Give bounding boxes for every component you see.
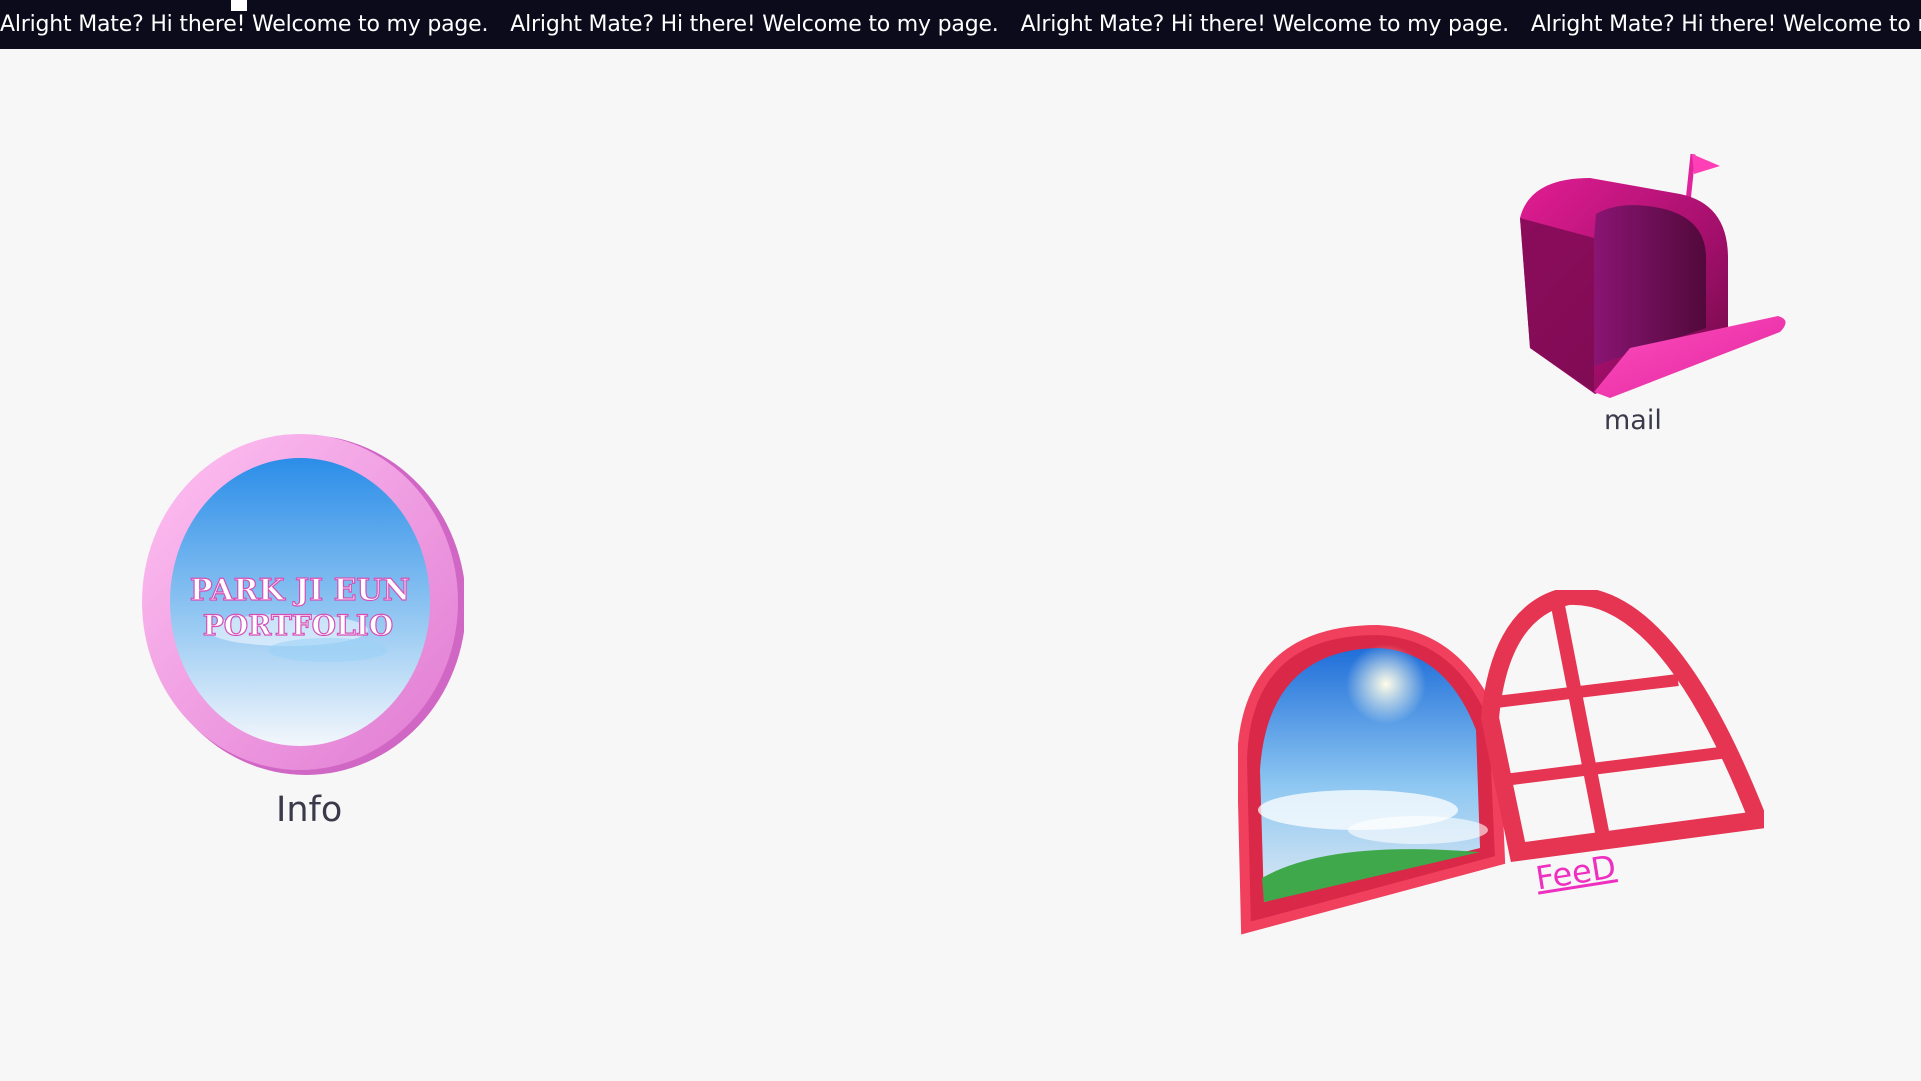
logo-line-2: PORTFOLIO: [203, 609, 394, 642]
mail-label[interactable]: mail: [1604, 405, 1662, 436]
marquee-text: Alright Mate? Hi there! Welcome to my pa…: [510, 12, 999, 37]
logo-line-1: PARK JI EUN: [190, 573, 410, 608]
info-desktop-icon[interactable]: PARK JI EUN PORTFOLIO: [138, 430, 466, 830]
marquee-text: Alright Mate? Hi there! Welcome to my pa…: [0, 12, 489, 37]
marquee-track: Alright Mate? Hi there! Welcome to my pa…: [0, 0, 1921, 49]
window-icon: [1236, 586, 1771, 935]
mailbox-icon: [1520, 153, 1786, 398]
text-cursor: [231, 0, 247, 11]
portfolio-mirror-icon: PARK JI EUN PORTFOLIO: [142, 434, 466, 775]
feed-desktop-icon[interactable]: [1236, 586, 1771, 940]
marquee-text: Alright Mate? Hi there! Welcome to my pa…: [1020, 12, 1509, 37]
welcome-marquee: Alright Mate? Hi there! Welcome to my pa…: [0, 0, 1921, 49]
marquee-text: Alright Mate? Hi there! Welcome to my pa…: [1530, 12, 1921, 37]
info-label[interactable]: Info: [276, 790, 342, 830]
mail-desktop-icon[interactable]: [1510, 148, 1794, 448]
